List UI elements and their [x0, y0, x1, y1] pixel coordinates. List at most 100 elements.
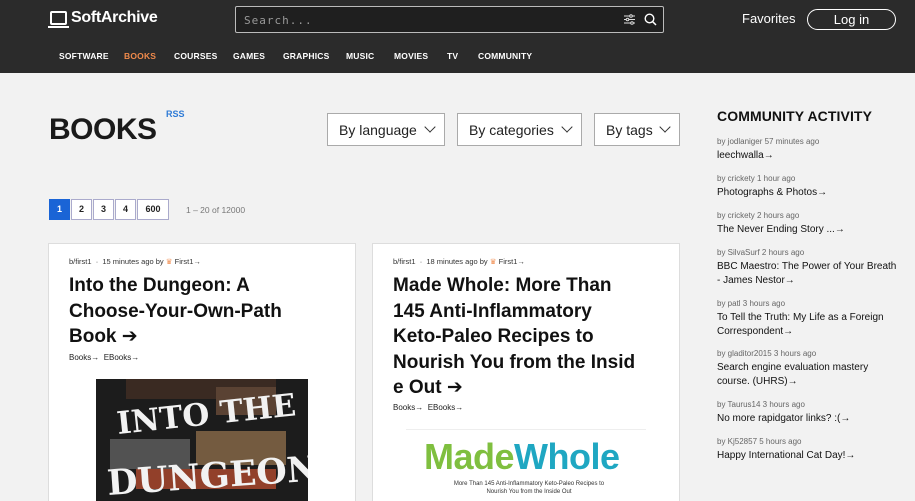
nav-games[interactable]: GAMES: [233, 51, 283, 61]
nav-tv[interactable]: TV: [447, 51, 478, 61]
filter-by-categories[interactable]: By categories: [457, 113, 582, 146]
cover-title: Made: [424, 436, 515, 477]
post-tags: Books→ EBooks→: [393, 403, 463, 412]
post-meta: b/first1 · 15 minutes ago by ♛ First1→: [69, 257, 201, 266]
brand-name: SoftArchive: [71, 9, 158, 26]
activity-item: by Kj52857 5 hours ago Happy Internation…: [717, 437, 897, 463]
post-author[interactable]: b/first1: [69, 257, 92, 266]
filter-label: By categories: [469, 121, 554, 138]
cover-title: Whole: [514, 436, 620, 477]
post-title[interactable]: Into the Dungeon: A Choose-Your-Own-Path…: [69, 273, 309, 350]
arrow-right-icon: →: [763, 150, 774, 161]
arrow-right-icon: →: [783, 326, 794, 337]
tag-link[interactable]: Books: [69, 353, 91, 362]
login-button[interactable]: Log in: [807, 9, 896, 30]
arrow-right-icon: →: [517, 257, 525, 266]
arrow-right-icon: →: [784, 275, 795, 286]
arrow-right-icon: →: [193, 257, 201, 266]
post-time: 18 minutes ago: [426, 257, 478, 266]
arrow-right-icon: ➔: [121, 326, 138, 347]
activity-meta: by SilvaSurf 2 hours ago: [717, 248, 805, 257]
activity-link[interactable]: To Tell the Truth: My Life as a Foreign …: [717, 311, 897, 339]
arrow-right-icon: →: [787, 376, 798, 387]
post-card: b/first1 · 15 minutes ago by ♛ First1→ I…: [48, 243, 356, 501]
filter-label: By tags: [606, 121, 653, 138]
page-link[interactable]: 4: [115, 199, 136, 220]
page-title: BOOKS: [49, 113, 157, 146]
activity-item: by patl 3 hours ago To Tell the Truth: M…: [717, 299, 897, 339]
activity-item: by SilvaSurf 2 hours ago BBC Maestro: Th…: [717, 248, 897, 288]
activity-link[interactable]: leechwalla→: [717, 149, 897, 163]
nav-graphics[interactable]: GRAPHICS: [283, 51, 346, 61]
arrow-right-icon: →: [834, 224, 845, 235]
chevron-down-icon: [561, 121, 573, 133]
nav-courses[interactable]: COURSES: [174, 51, 233, 61]
nav-books[interactable]: BOOKS: [124, 51, 174, 61]
chevron-down-icon: [659, 121, 671, 133]
filter-icon[interactable]: [624, 14, 635, 25]
activity-meta: by crickety 1 hour ago: [717, 174, 796, 183]
search-icon[interactable]: [644, 13, 657, 26]
activity-item: by gladitor2015 3 hours ago Search engin…: [717, 349, 897, 389]
activity-item: by crickety 1 hour ago Photographs & Pho…: [717, 174, 897, 200]
pagination: 1 2 3 4 600: [49, 199, 170, 220]
activity-link[interactable]: The Never Ending Story ...→: [717, 223, 897, 237]
filter-by-tags[interactable]: By tags: [594, 113, 680, 146]
arrow-right-icon: →: [845, 450, 856, 461]
activity-meta: by patl 3 hours ago: [717, 299, 786, 308]
post-time: 15 minutes ago: [102, 257, 154, 266]
activity-link[interactable]: Photographs & Photos→: [717, 186, 897, 200]
search-input[interactable]: [244, 11, 604, 29]
search-box: [235, 6, 664, 33]
activity-meta: by jodlaniger 57 minutes ago: [717, 137, 820, 146]
activity-meta: by gladitor2015 3 hours ago: [717, 349, 817, 358]
rss-link[interactable]: RSS: [166, 109, 185, 119]
post-cover-image[interactable]: MadeWhole More Than 145 Anti-Inflammator…: [406, 429, 646, 501]
filter-label: By language: [339, 121, 417, 138]
community-activity-title: COMMUNITY ACTIVITY: [717, 108, 873, 124]
post-author[interactable]: b/first1: [393, 257, 416, 266]
activity-meta: by Taurus14 3 hours ago: [717, 400, 805, 409]
page-link[interactable]: 2: [71, 199, 92, 220]
logo-icon: [48, 11, 69, 28]
site-header: SoftArchive Favorites Log in SOFTWARE BO…: [0, 0, 915, 73]
activity-link[interactable]: BBC Maestro: The Power of Your Breath - …: [717, 260, 897, 288]
cover-subtitle: More Than 145 Anti-Inflammatory Keto-Pal…: [453, 481, 605, 495]
chevron-down-icon: [424, 121, 436, 133]
post-title[interactable]: Made Whole: More Than 145 Anti-Inflammat…: [393, 273, 643, 401]
nav-movies[interactable]: MOVIES: [394, 51, 447, 61]
tag-link[interactable]: EBooks: [428, 403, 456, 412]
crown-icon: ♛: [489, 257, 497, 266]
page-link[interactable]: 1: [49, 199, 70, 220]
filter-by-language[interactable]: By language: [327, 113, 445, 146]
activity-link[interactable]: Happy International Cat Day!→: [717, 449, 897, 463]
post-by: by: [479, 257, 488, 266]
activity-item: by Taurus14 3 hours ago No more rapidgat…: [717, 400, 897, 426]
page-link[interactable]: 3: [93, 199, 114, 220]
post-tags: Books→ EBooks→: [69, 353, 139, 362]
post-meta: b/first1 · 18 minutes ago by ♛ First1→: [393, 257, 525, 266]
activity-meta: by crickety 2 hours ago: [717, 211, 800, 220]
nav-music[interactable]: MUSIC: [346, 51, 394, 61]
post-by: by: [155, 257, 164, 266]
arrow-right-icon: →: [91, 353, 100, 362]
arrow-right-icon: ➔: [446, 377, 463, 398]
cover-art: INTO THE DUNGEON: [96, 379, 308, 501]
nav-community[interactable]: COMMUNITY: [478, 51, 548, 61]
tag-link[interactable]: Books: [393, 403, 415, 412]
arrow-right-icon: →: [817, 187, 828, 198]
nav-software[interactable]: SOFTWARE: [59, 51, 124, 61]
post-card: b/first1 · 18 minutes ago by ♛ First1→ M…: [372, 243, 680, 501]
activity-link[interactable]: Search engine evaluation mastery course.…: [717, 361, 897, 389]
site-logo[interactable]: SoftArchive: [48, 9, 158, 28]
arrow-right-icon: →: [415, 403, 424, 412]
tag-link[interactable]: EBooks: [104, 353, 132, 362]
post-poster[interactable]: First1: [499, 257, 518, 266]
favorites-link[interactable]: Favorites: [742, 11, 795, 26]
page-link[interactable]: 600: [137, 199, 169, 220]
post-poster[interactable]: First1: [175, 257, 194, 266]
activity-link[interactable]: No more rapidgator links? :(→: [717, 412, 897, 426]
arrow-right-icon: →: [131, 353, 140, 362]
arrow-right-icon: →: [840, 413, 851, 424]
post-cover-image[interactable]: INTO THE DUNGEON: [96, 379, 308, 501]
